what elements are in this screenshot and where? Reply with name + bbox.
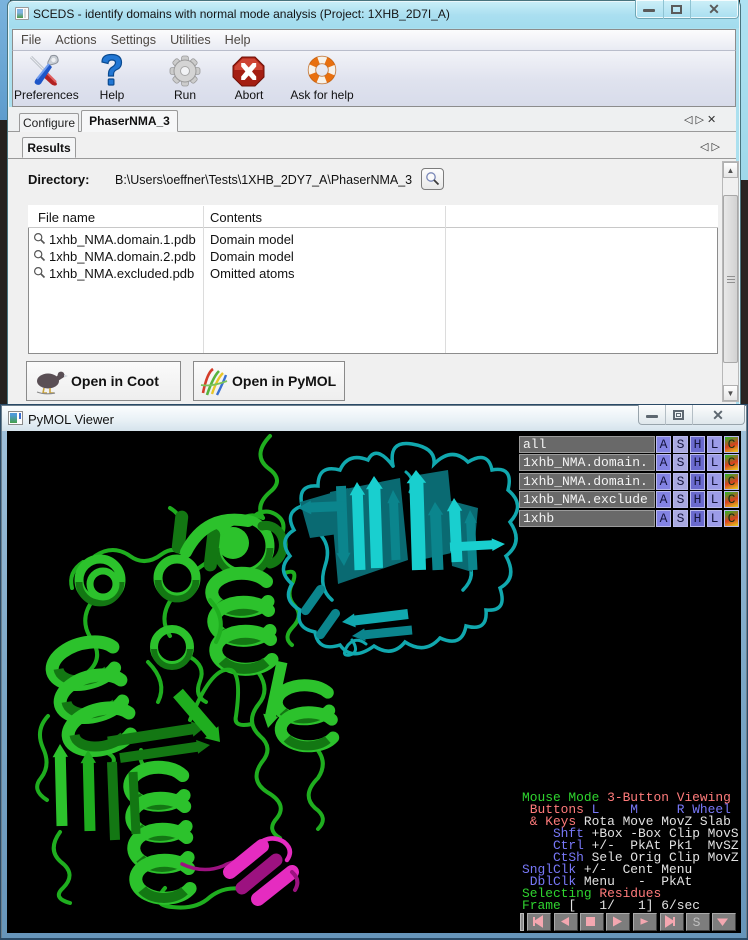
svg-text:S: S [693, 915, 701, 930]
